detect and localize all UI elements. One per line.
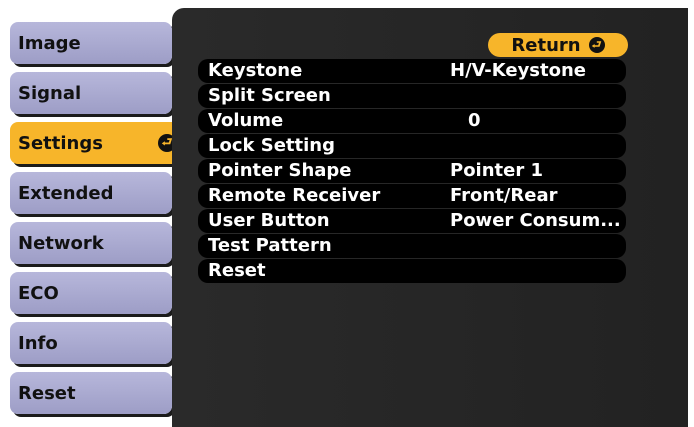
menu-item-pointer-shape[interactable]: Pointer Shape Pointer 1 — [198, 159, 626, 183]
tab-label: Signal — [18, 82, 82, 104]
tab-label: ECO — [18, 282, 59, 304]
tab-label: Info — [18, 332, 58, 354]
tab-signal[interactable]: Signal — [10, 72, 172, 114]
tab-label: Image — [18, 32, 81, 54]
tab-info[interactable]: Info — [10, 322, 172, 364]
return-button[interactable]: Return ⮐ — [488, 33, 628, 57]
menu-item-value: Pointer 1 — [450, 160, 544, 181]
menu-item-label: Remote Receiver — [208, 185, 381, 206]
menu-item-label: Test Pattern — [208, 235, 332, 256]
menu-item-keystone[interactable]: Keystone H/V-Keystone — [198, 59, 626, 83]
tab-label: Reset — [18, 382, 76, 404]
tab-label: Settings — [18, 132, 103, 154]
menu-item-label: Lock Setting — [208, 135, 335, 156]
menu-item-value: 0 — [468, 110, 481, 131]
tab-settings[interactable]: Settings ⮐ — [10, 122, 184, 164]
tab-label: Network — [18, 232, 104, 254]
tab-extended[interactable]: Extended — [10, 172, 172, 214]
menu-item-lock-setting[interactable]: Lock Setting — [198, 134, 626, 158]
enter-icon: ⮐ — [588, 37, 605, 53]
return-label: Return — [511, 34, 581, 56]
menu-item-value: H/V-Keystone — [450, 60, 587, 81]
tab-image[interactable]: Image — [10, 22, 172, 64]
menu-item-reset[interactable]: Reset — [198, 259, 626, 283]
tab-eco[interactable]: ECO — [10, 272, 172, 314]
menu-item-label: Pointer Shape — [208, 160, 352, 181]
menu-item-test-pattern[interactable]: Test Pattern — [198, 234, 626, 258]
menu-item-label: Keystone — [208, 60, 303, 81]
tab-network[interactable]: Network — [10, 222, 172, 264]
menu-item-split-screen[interactable]: Split Screen — [198, 84, 626, 108]
menu-item-user-button[interactable]: User Button Power Consum... — [198, 209, 626, 233]
menu-item-remote-receiver[interactable]: Remote Receiver Front/Rear — [198, 184, 626, 208]
menu-item-label: Volume — [208, 110, 284, 131]
menu-item-label: User Button — [208, 210, 330, 231]
tab-reset[interactable]: Reset — [10, 372, 172, 414]
menu-item-label: Reset — [208, 260, 266, 281]
menu-item-value: Front/Rear — [450, 185, 558, 206]
tab-label: Extended — [18, 182, 114, 204]
menu-item-label: Split Screen — [208, 85, 331, 106]
menu-item-volume[interactable]: Volume 0 — [198, 109, 626, 133]
sidebar: Image Signal Settings ⮐ Extended Network… — [0, 0, 184, 427]
menu-item-value: Power Consum... — [450, 210, 621, 231]
